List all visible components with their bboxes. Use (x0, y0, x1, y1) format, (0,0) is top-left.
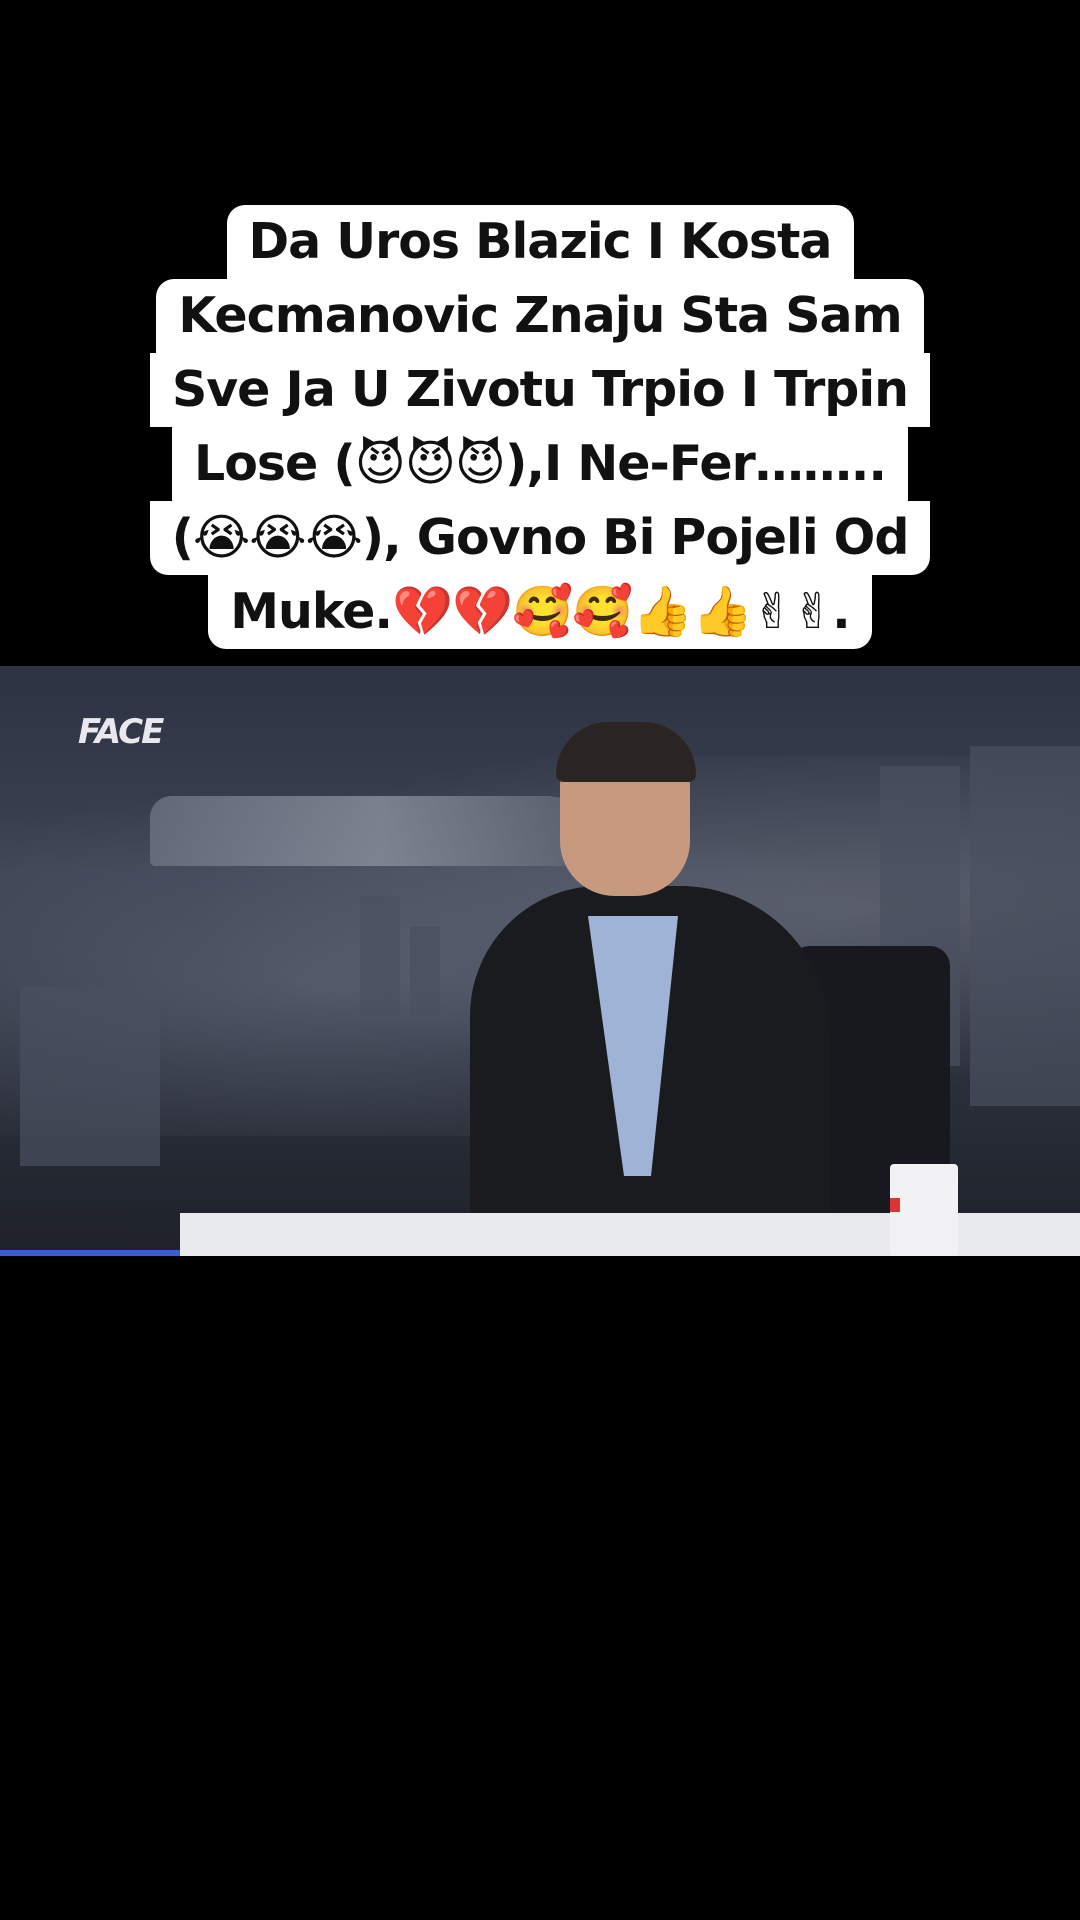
coffee-cup (890, 1164, 958, 1256)
caption-line: Lose (😈😈😈),I Ne-Fer…….. (172, 427, 908, 501)
stadium-roof (150, 796, 610, 866)
presenter-hair (556, 722, 696, 782)
backdrop-building (410, 926, 440, 1016)
cup-logo (890, 1198, 900, 1212)
caption-line: Sve Ja U Zivotu Trpio I Trpin (149, 353, 931, 427)
backdrop-building (970, 746, 1080, 1106)
video-frame[interactable]: FACE (0, 666, 1080, 1256)
caption-line: (😭😭😭), Govno Bi Pojeli Od (149, 501, 931, 575)
video-caption: Da Uros Blazic I Kosta Kecmanovic Znaju … (0, 205, 1080, 649)
caption-line: Kecmanovic Znaju Sta Sam (156, 279, 924, 353)
caption-line: Muke.💔💔🥰🥰👍👍✌✌. (208, 575, 872, 649)
caption-line: Da Uros Blazic I Kosta (226, 205, 854, 279)
accent-line (0, 1250, 180, 1256)
channel-logo: FACE (78, 712, 164, 752)
backdrop-building (20, 986, 160, 1166)
backdrop-building (360, 896, 400, 1016)
